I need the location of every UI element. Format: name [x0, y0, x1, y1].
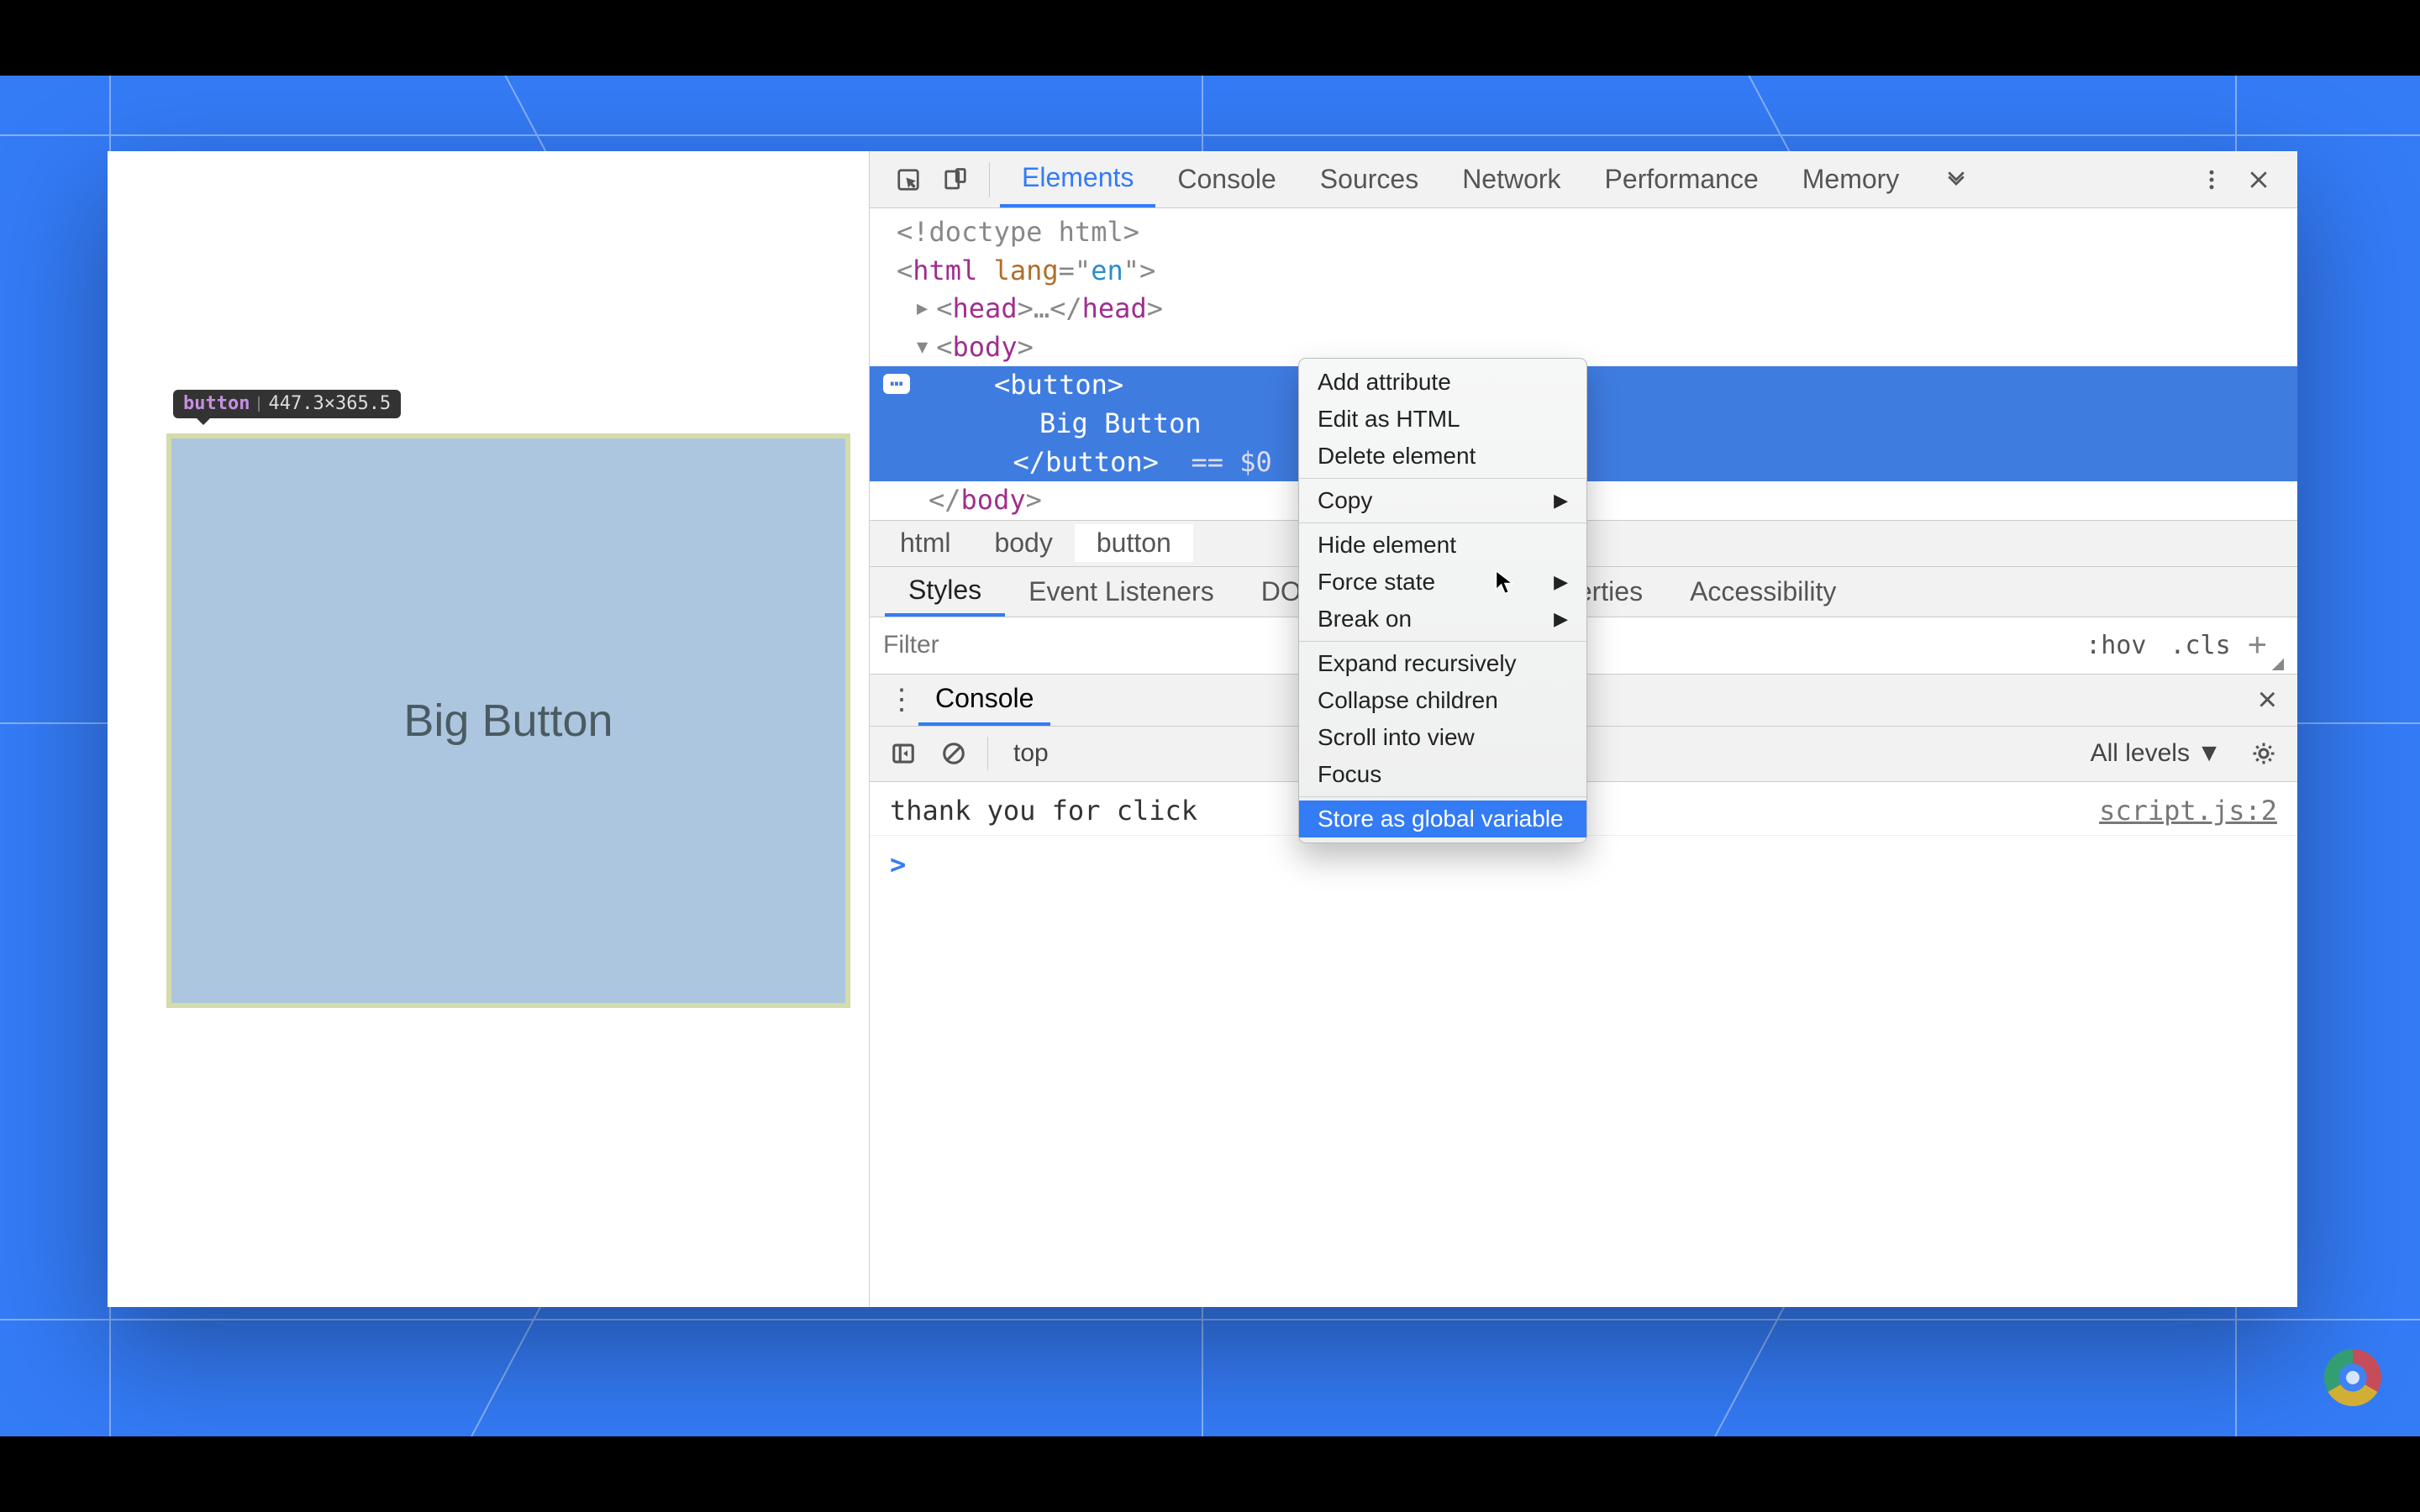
- kebab-menu-icon[interactable]: [2188, 167, 2235, 192]
- styles-filter-input[interactable]: [883, 631, 1207, 659]
- crumb-button[interactable]: button: [1075, 524, 1193, 562]
- devtools: Elements Console Sources Network Perform…: [869, 151, 2297, 1307]
- console-levels-selector[interactable]: All levels ▼: [2091, 739, 2238, 768]
- ctx-hide-element[interactable]: Hide element: [1299, 527, 1586, 564]
- tab-elements[interactable]: Elements: [1000, 151, 1155, 207]
- side-tab-accessibility[interactable]: Accessibility: [1666, 567, 1860, 617]
- tab-network[interactable]: Network: [1440, 151, 1582, 207]
- ctx-edit-as-html[interactable]: Edit as HTML: [1299, 401, 1586, 438]
- context-menu: Add attribute Edit as HTML Delete elemen…: [1298, 358, 1587, 843]
- tab-console[interactable]: Console: [1155, 151, 1297, 207]
- console-context-selector[interactable]: top: [997, 739, 1065, 768]
- drawer-menu-icon[interactable]: ⋮: [885, 683, 918, 717]
- tab-memory[interactable]: Memory: [1781, 151, 1922, 207]
- side-tab-event-listeners[interactable]: Event Listeners: [1005, 567, 1238, 617]
- presentation-background: button 447.3×365.5 Big Button Elements C: [0, 76, 2420, 1436]
- ctx-focus[interactable]: Focus: [1299, 756, 1586, 793]
- side-tab-styles[interactable]: Styles: [885, 567, 1005, 617]
- big-button-label: Big Button: [403, 695, 613, 747]
- resize-corner-icon[interactable]: [2272, 659, 2284, 670]
- tab-performance[interactable]: Performance: [1583, 151, 1781, 207]
- cls-toggle[interactable]: .cls: [2158, 631, 2242, 660]
- device-toolbar-icon[interactable]: [932, 167, 979, 192]
- inspector-tooltip-size: 447.3×365.5: [268, 395, 391, 413]
- devtools-tabstrip: Elements Console Sources Network Perform…: [870, 151, 2297, 208]
- big-button[interactable]: Big Button: [166, 433, 850, 1008]
- ctx-add-attribute[interactable]: Add attribute: [1299, 364, 1586, 401]
- ctx-expand-recursively[interactable]: Expand recursively: [1299, 645, 1586, 682]
- ctx-store-global-variable[interactable]: Store as global variable: [1299, 801, 1586, 837]
- tab-sources[interactable]: Sources: [1298, 151, 1440, 207]
- console-output[interactable]: thank you for click script.js:2 >: [870, 782, 2297, 1307]
- browser-window: button 447.3×365.5 Big Button Elements C: [108, 151, 2297, 1307]
- console-prompt[interactable]: >: [870, 836, 2297, 894]
- clear-console-icon[interactable]: [929, 741, 979, 766]
- ctx-delete-element[interactable]: Delete element: [1299, 438, 1586, 475]
- console-log-source[interactable]: script.js:2: [2099, 792, 2277, 830]
- new-style-rule-icon[interactable]: +: [2243, 627, 2272, 664]
- ctx-copy[interactable]: Copy▶: [1299, 482, 1586, 519]
- close-drawer-icon[interactable]: ×: [2253, 681, 2282, 719]
- ctx-break-on[interactable]: Break on▶: [1299, 601, 1586, 638]
- console-settings-icon[interactable]: [2238, 741, 2289, 766]
- inspect-icon[interactable]: [885, 167, 932, 192]
- tabs-overflow-icon[interactable]: [1933, 167, 1980, 192]
- crumb-body[interactable]: body: [972, 524, 1074, 562]
- rendered-page: button 447.3×365.5 Big Button: [108, 151, 869, 1307]
- ctx-force-state[interactable]: Force state▶: [1299, 564, 1586, 601]
- inspector-tooltip-tag: button: [183, 395, 250, 413]
- close-devtools-icon[interactable]: [2235, 167, 2282, 192]
- inspector-tooltip: button 447.3×365.5: [173, 390, 401, 418]
- crumb-html[interactable]: html: [878, 524, 972, 562]
- ctx-scroll-into-view[interactable]: Scroll into view: [1299, 719, 1586, 756]
- hov-toggle[interactable]: :hov: [2074, 631, 2158, 660]
- ctx-collapse-children[interactable]: Collapse children: [1299, 682, 1586, 719]
- drawer-tab-console[interactable]: Console: [918, 675, 1050, 726]
- console-sidebar-toggle-icon[interactable]: [878, 741, 929, 766]
- chrome-logo-icon: [2324, 1349, 2381, 1406]
